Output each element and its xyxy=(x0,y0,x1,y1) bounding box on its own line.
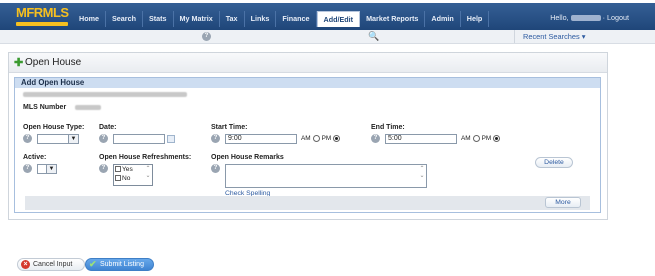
chevron-down-icon: ▼ xyxy=(46,165,56,173)
chevron-down-icon: ▼ xyxy=(68,135,78,143)
nav-tab-help[interactable]: Help xyxy=(461,11,490,27)
end-time-label: End Time: xyxy=(371,124,405,131)
nav-tab-admin[interactable]: Admin xyxy=(425,11,461,27)
logo-text: MFRMLS xyxy=(16,5,69,20)
open-house-panel: ✚ Open House Add Open House MLS Number O… xyxy=(8,52,608,220)
nav-tab-stats[interactable]: Stats xyxy=(143,11,174,27)
panel-header: ✚ Open House xyxy=(9,53,607,73)
nav-tab-search[interactable]: Search xyxy=(106,11,143,27)
refreshments-listbox[interactable]: Yes No ⌃ ⌄ xyxy=(113,164,153,186)
remarks-label: Open House Remarks xyxy=(211,154,284,161)
help-icon[interactable]: ? xyxy=(99,164,108,173)
refreshments-label: Open House Refreshments: xyxy=(99,154,192,161)
user-area: Hello, · Logout xyxy=(550,13,629,22)
date-label: Date: xyxy=(99,124,117,131)
more-button[interactable]: More xyxy=(545,197,581,208)
cancel-input-button[interactable]: × Cancel Input xyxy=(17,258,85,271)
nav-tab-add-edit[interactable]: Add/Edit xyxy=(316,11,361,27)
secondary-bar: ? 🔍 Recent Searches ▾ xyxy=(0,30,655,44)
checkbox[interactable] xyxy=(115,166,121,173)
date-input[interactable] xyxy=(113,134,165,144)
open-house-type-label: Open House Type: xyxy=(23,124,85,131)
hello-text: Hello, xyxy=(550,13,569,22)
panel-title: Open House xyxy=(25,57,82,68)
nav-tab-market-reports[interactable]: Market Reports xyxy=(360,11,426,27)
start-ampm-group: AM PM xyxy=(301,135,342,142)
am-label: AM xyxy=(461,135,471,143)
help-icon[interactable]: ? xyxy=(211,134,220,143)
nav-tabs: Home Search Stats My Matrix Tax Links Fi… xyxy=(73,11,490,27)
delete-button[interactable]: Delete xyxy=(535,157,573,168)
active-label: Active: xyxy=(23,154,47,161)
help-icon[interactable]: ? xyxy=(23,164,32,173)
mls-number-redacted xyxy=(75,105,101,110)
calendar-icon[interactable] xyxy=(167,135,175,143)
help-icon[interactable]: ? xyxy=(211,164,220,173)
checkbox[interactable] xyxy=(115,175,121,182)
option-label: No xyxy=(122,175,131,182)
end-am-radio[interactable] xyxy=(472,135,480,142)
address-redacted xyxy=(23,92,187,97)
logo-underline xyxy=(16,22,68,26)
open-house-type-select[interactable]: ▼ xyxy=(37,134,79,144)
am-label: AM xyxy=(301,135,311,143)
textarea-scrollbar[interactable]: ⌃ ⌄ xyxy=(418,165,426,187)
start-time-label: Start Time: xyxy=(211,124,248,131)
remarks-textarea[interactable]: ⌃ ⌄ xyxy=(225,164,427,188)
nav-tab-home[interactable]: Home xyxy=(73,11,106,27)
start-time-input[interactable]: 9:00 xyxy=(225,134,297,144)
nav-tab-links[interactable]: Links xyxy=(245,11,277,27)
nav-tab-my-matrix[interactable]: My Matrix xyxy=(174,11,220,27)
logout-link[interactable]: · Logout xyxy=(603,13,629,22)
cancel-icon: × xyxy=(21,260,30,269)
recent-searches-label: Recent Searches xyxy=(523,32,580,41)
help-icon[interactable]: ? xyxy=(99,134,108,143)
nav-tab-finance[interactable]: Finance xyxy=(276,11,317,27)
mls-logo[interactable]: MFRMLS xyxy=(12,1,72,29)
recent-searches-dropdown[interactable]: Recent Searches ▾ xyxy=(514,30,615,43)
section-title: Add Open House xyxy=(15,78,600,88)
add-open-house-section: Add Open House MLS Number Open House Typ… xyxy=(14,77,601,213)
help-icon[interactable]: ? xyxy=(23,134,32,143)
section-footer xyxy=(25,196,590,210)
cancel-label: Cancel Input xyxy=(33,261,73,268)
help-icon[interactable]: ? xyxy=(371,134,380,143)
listbox-scrollbar[interactable]: ⌃ ⌄ xyxy=(144,165,152,185)
pm-label: PM xyxy=(481,135,492,143)
top-navigation: MFRMLS Home Search Stats My Matrix Tax L… xyxy=(0,0,655,30)
start-pm-radio[interactable] xyxy=(333,135,341,142)
option-label: Yes xyxy=(122,166,133,173)
active-select[interactable]: ▼ xyxy=(37,164,57,174)
end-ampm-group: AM PM xyxy=(461,135,502,142)
user-name-redacted xyxy=(570,15,601,22)
chevron-down-icon: ▾ xyxy=(581,32,586,41)
submit-label: Submit Listing xyxy=(100,261,144,268)
start-am-radio[interactable] xyxy=(312,135,320,142)
end-time-input[interactable]: 5:00 xyxy=(385,134,457,144)
mls-number-label: MLS Number xyxy=(23,104,67,111)
pm-label: PM xyxy=(321,135,332,143)
nav-tab-tax[interactable]: Tax xyxy=(220,11,245,27)
end-pm-radio[interactable] xyxy=(493,135,501,142)
help-icon[interactable]: ? xyxy=(202,32,211,41)
search-icon[interactable]: 🔍 xyxy=(368,31,379,42)
submit-listing-button[interactable]: ✔ Submit Listing xyxy=(85,258,154,271)
checkmark-icon: ✔ xyxy=(89,259,97,269)
plus-icon: ✚ xyxy=(14,57,24,69)
